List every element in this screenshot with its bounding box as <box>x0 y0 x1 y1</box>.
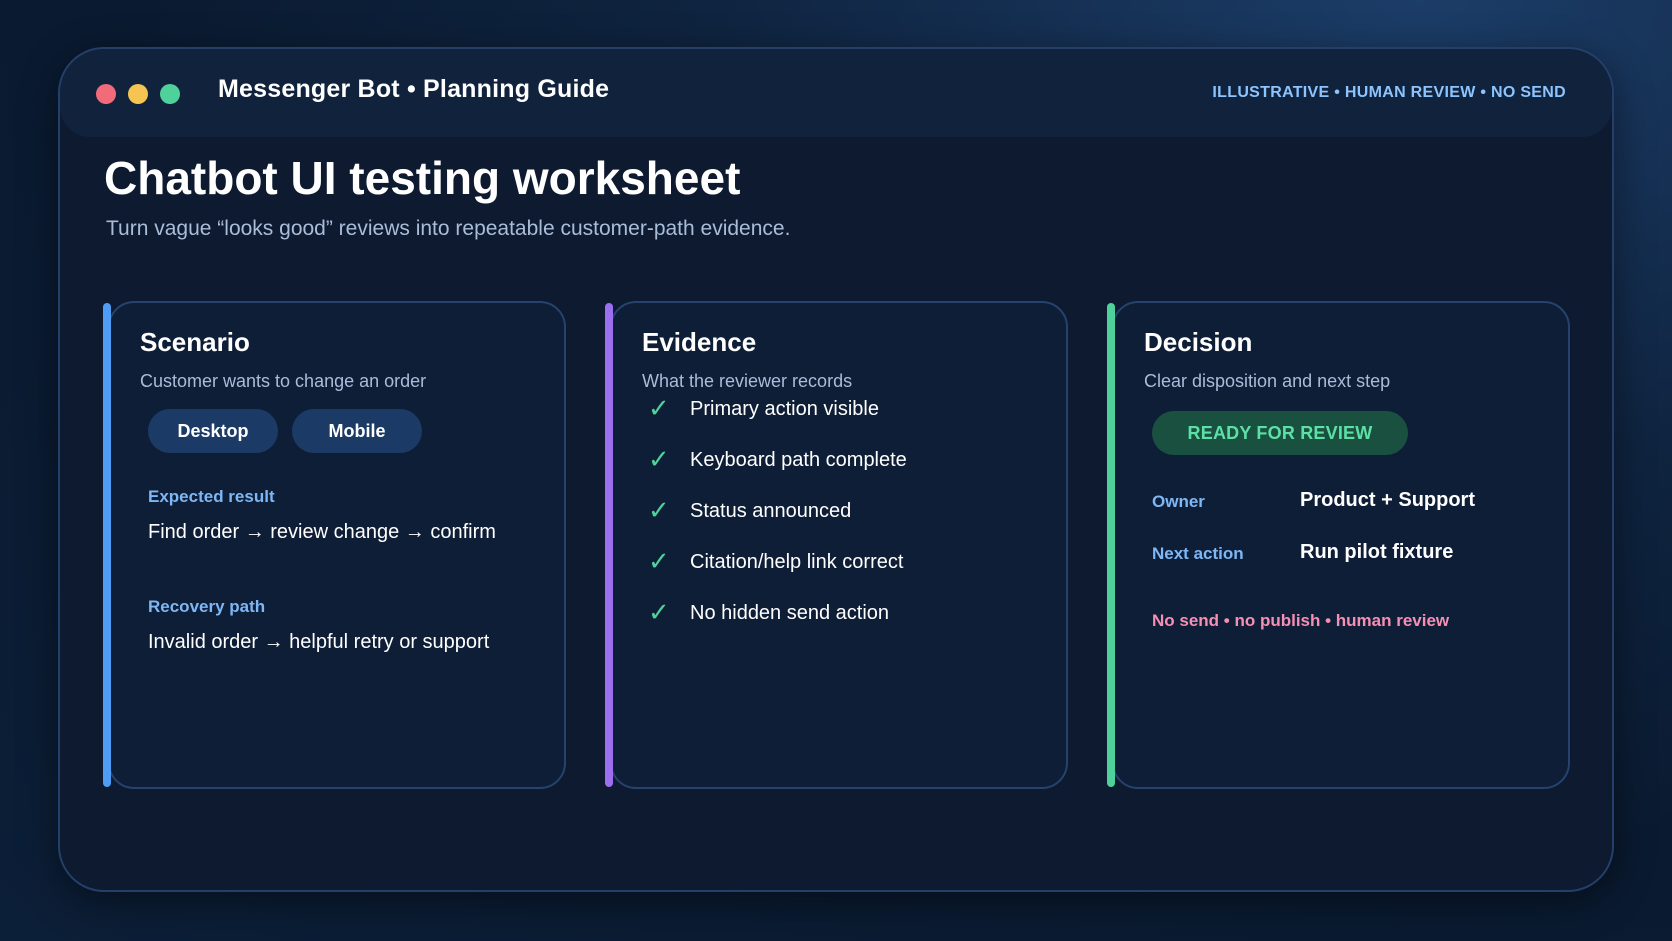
evidence-subtitle: What the reviewer records <box>642 371 853 391</box>
checklist-item: ✓ Status announced <box>648 495 907 550</box>
guardrail-note: No send • no publish • human review <box>1152 611 1450 630</box>
check-icon: ✓ <box>648 597 670 627</box>
app-window: Messenger Bot • Planning Guide ILLUSTRAT… <box>58 47 1614 892</box>
check-icon: ✓ <box>648 546 670 576</box>
checklist-item-label: Keyboard path complete <box>690 449 907 471</box>
evidence-card: Evidence What the reviewer records ✓ Pri… <box>605 301 1068 789</box>
decision-card: Decision Clear disposition and next step… <box>1107 301 1570 789</box>
decision-subtitle: Clear disposition and next step <box>1144 371 1391 391</box>
scenario-accent-bar <box>103 303 111 787</box>
scenario-subtitle: Customer wants to change an order <box>140 371 427 391</box>
checklist-item: ✓ Citation/help link correct <box>648 546 907 601</box>
checklist-item-label: Primary action visible <box>690 398 879 420</box>
scenario-title: Scenario <box>140 327 250 357</box>
scenario-card: Scenario Customer wants to change an ord… <box>103 301 566 789</box>
expected-result-value: Find order → review change → confirm <box>148 521 496 543</box>
evidence-accent-bar <box>605 303 613 787</box>
check-icon: ✓ <box>648 495 670 525</box>
owner-label: Owner <box>1152 492 1205 511</box>
owner-value: Product + Support <box>1300 489 1475 511</box>
app-title: Messenger Bot • Planning Guide <box>218 75 610 103</box>
next-action-label: Next action <box>1152 544 1244 563</box>
next-action-value: Run pilot fixture <box>1300 541 1454 563</box>
check-icon: ✓ <box>648 444 670 474</box>
status-flags: ILLUSTRATIVE • HUMAN REVIEW • NO SEND <box>1212 84 1566 101</box>
recovery-path-value: Invalid order → helpful retry or support <box>148 631 490 653</box>
page-subtitle: Turn vague “looks good” reviews into rep… <box>106 217 791 240</box>
close-window-button[interactable] <box>96 84 116 104</box>
recovery-path-label: Recovery path <box>148 597 266 616</box>
desktop-chip[interactable]: Desktop <box>148 409 278 453</box>
evidence-checklist: ✓ Primary action visible ✓ Keyboard path… <box>648 393 907 652</box>
checklist-item: ✓ No hidden send action <box>648 597 907 652</box>
expected-result-label: Expected result <box>148 487 275 506</box>
evidence-title: Evidence <box>642 327 757 357</box>
checklist-item-label: Citation/help link correct <box>690 551 904 573</box>
title-bar: Messenger Bot • Planning Guide ILLUSTRAT… <box>60 49 1612 137</box>
checklist-item-label: No hidden send action <box>690 602 890 624</box>
check-icon: ✓ <box>648 393 670 423</box>
decision-title: Decision <box>1144 327 1253 357</box>
checklist-item: ✓ Primary action visible <box>648 393 907 448</box>
maximize-window-button[interactable] <box>160 84 180 104</box>
mobile-chip[interactable]: Mobile <box>292 409 422 453</box>
page-title: Chatbot UI testing worksheet <box>104 152 741 204</box>
minimize-window-button[interactable] <box>128 84 148 104</box>
checklist-item: ✓ Keyboard path complete <box>648 444 907 499</box>
checklist-item-label: Status announced <box>690 500 852 522</box>
decision-accent-bar <box>1107 303 1115 787</box>
ready-for-review-badge: READY FOR REVIEW <box>1152 411 1408 455</box>
